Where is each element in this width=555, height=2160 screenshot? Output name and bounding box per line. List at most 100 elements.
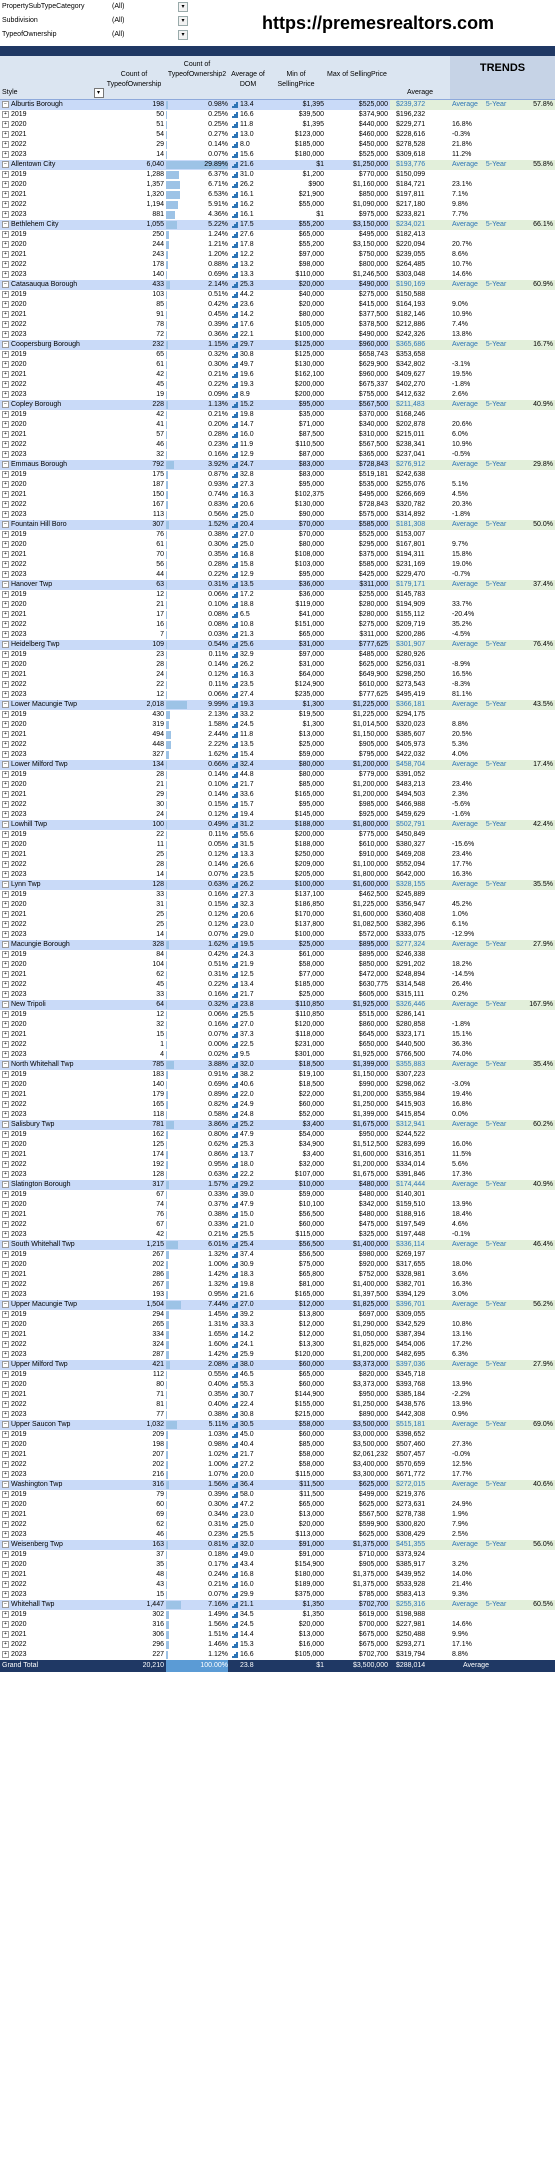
expand-icon[interactable]: + — [2, 660, 9, 668]
expand-icon[interactable]: + — [2, 1010, 9, 1018]
filter-row[interactable]: PropertySubTypeCategory (All) ▾ — [0, 0, 200, 14]
year-label[interactable]: +2023 — [2, 390, 102, 400]
year-label[interactable]: +2020 — [2, 720, 102, 730]
year-row[interactable]: +2019 33 0.16% 27.3 $137,100 $462,500 $245,889 — [0, 890, 555, 900]
expand-icon[interactable]: + — [2, 590, 9, 598]
year-label[interactable]: +2022 — [2, 1280, 102, 1290]
expand-icon[interactable]: + — [2, 1410, 9, 1418]
year-row[interactable]: +2021 25 0.12% 13.3 $250,000 $910,000 $469,208… — [0, 850, 555, 860]
group-name[interactable]: − Slatington Borough — [2, 1180, 102, 1190]
year-row[interactable]: +2022 1 0.00% 22.5 $231,000 $650,000 $440,500 3… — [0, 1040, 555, 1050]
year-label[interactable]: +2023 — [2, 1050, 102, 1060]
year-label[interactable]: +2021 — [2, 1030, 102, 1040]
year-row[interactable]: +2020 61 0.30% 25.0 $80,000 $295,000 $167,801 9… — [0, 540, 555, 550]
group-row[interactable]: − Coopersburg Borough 232 1.15% 29.7 $125,000… — [0, 340, 555, 350]
expand-icon[interactable]: + — [2, 130, 9, 138]
year-label[interactable]: +2019 — [2, 710, 102, 720]
year-row[interactable]: +2021 17 0.08% 6.5 $41,000 $280,000 $155,112 -2… — [0, 610, 555, 620]
expand-icon[interactable]: + — [2, 200, 9, 208]
expand-icon[interactable]: + — [2, 1350, 9, 1358]
year-row[interactable]: +2023 227 1.12% 16.6 $105,000 $702,700 $319,79… — [0, 1650, 555, 1660]
year-label[interactable]: +2021 — [2, 1210, 102, 1220]
expand-icon[interactable]: + — [2, 1130, 9, 1138]
group-name[interactable]: − Bethlehem City — [2, 220, 102, 230]
expand-icon[interactable]: + — [2, 230, 9, 238]
year-label[interactable]: +2023 — [2, 930, 102, 940]
expand-icon[interactable]: + — [2, 260, 9, 268]
expand-icon[interactable]: + — [2, 1150, 9, 1158]
collapse-icon[interactable]: − — [2, 160, 9, 168]
year-label[interactable]: +2021 — [2, 850, 102, 860]
group-row[interactable]: − Emmaus Borough 792 3.92% 24.7 $83,000 $728,8… — [0, 460, 555, 470]
expand-icon[interactable]: + — [2, 1570, 9, 1578]
group-row[interactable]: − Copley Borough 228 1.13% 15.2 $95,000 $567,5… — [0, 400, 555, 410]
collapse-icon[interactable]: − — [2, 1060, 9, 1068]
expand-icon[interactable]: + — [2, 900, 9, 908]
year-label[interactable]: +2020 — [2, 600, 102, 610]
expand-icon[interactable]: + — [2, 830, 9, 838]
year-row[interactable]: +2019 12 0.06% 17.2 $36,000 $255,000 $145,783 — [0, 590, 555, 600]
year-label[interactable]: +2019 — [2, 1070, 102, 1080]
year-label[interactable]: +2023 — [2, 1590, 102, 1600]
pct-header[interactable]: Count of TypeofOwnership2 — [166, 60, 228, 80]
year-label[interactable]: +2019 — [2, 530, 102, 540]
year-label[interactable]: +2023 — [2, 1410, 102, 1420]
year-label[interactable]: +2019 — [2, 230, 102, 240]
year-label[interactable]: +2022 — [2, 800, 102, 810]
year-label[interactable]: +2023 — [2, 1350, 102, 1360]
year-row[interactable]: +2019 84 0.42% 24.3 $61,000 $895,000 $246,338 — [0, 950, 555, 960]
year-row[interactable]: +2022 45 0.22% 13.4 $185,000 $630,775 $314,548… — [0, 980, 555, 990]
year-row[interactable]: +2023 12 0.06% 27.4 $235,000 $777,625 $495,419… — [0, 690, 555, 700]
group-name[interactable]: − Heidelberg Twp — [2, 640, 102, 650]
group-name[interactable]: − Weisenberg Twp — [2, 1540, 102, 1550]
expand-icon[interactable]: + — [2, 420, 9, 428]
expand-icon[interactable]: + — [2, 1610, 9, 1618]
year-label[interactable]: +2020 — [2, 960, 102, 970]
expand-icon[interactable]: + — [2, 360, 9, 368]
year-label[interactable]: +2020 — [2, 1080, 102, 1090]
expand-icon[interactable]: + — [2, 610, 9, 618]
group-row[interactable]: − Fountain Hill Boro 307 1.52% 20.4 $70,000 $5… — [0, 520, 555, 530]
year-row[interactable]: +2023 15 0.07% 29.9 $375,000 $785,000 $583,413… — [0, 1590, 555, 1600]
year-row[interactable]: +2023 19 0.09% 8.9 $200,000 $755,000 $412,632 2… — [0, 390, 555, 400]
year-row[interactable]: +2020 104 0.51% 21.9 $58,000 $850,000 $291,202… — [0, 960, 555, 970]
expand-icon[interactable]: + — [2, 410, 9, 418]
year-row[interactable]: +2020 31 0.15% 32.3 $186,850 $1,225,000 $356,9… — [0, 900, 555, 910]
expand-icon[interactable]: + — [2, 110, 9, 118]
year-row[interactable]: +2019 250 1.24% 27.6 $65,000 $495,000 $182,413 — [0, 230, 555, 240]
year-label[interactable]: +2019 — [2, 1010, 102, 1020]
expand-icon[interactable]: + — [2, 350, 9, 358]
year-label[interactable]: +2020 — [2, 840, 102, 850]
year-row[interactable]: +2020 41 0.20% 14.7 $71,000 $340,000 $202,878 2… — [0, 420, 555, 430]
collapse-icon[interactable]: − — [2, 1360, 9, 1368]
year-label[interactable]: +2019 — [2, 1310, 102, 1320]
year-row[interactable]: +2023 128 0.63% 22.2 $107,000 $1,675,000 $391,… — [0, 1170, 555, 1180]
year-label[interactable]: +2021 — [2, 970, 102, 980]
year-row[interactable]: +2021 48 0.24% 16.8 $180,000 $1,375,000 $439,9… — [0, 1570, 555, 1580]
year-label[interactable]: +2020 — [2, 1140, 102, 1150]
year-label[interactable]: +2021 — [2, 1330, 102, 1340]
year-row[interactable]: +2021 70 0.35% 16.8 $108,000 $375,000 $194,311… — [0, 550, 555, 560]
year-row[interactable]: +2023 14 0.07% 29.0 $100,000 $572,000 $333,075… — [0, 930, 555, 940]
expand-icon[interactable]: + — [2, 800, 9, 808]
expand-icon[interactable]: + — [2, 920, 9, 928]
year-label[interactable]: +2020 — [2, 1560, 102, 1570]
year-row[interactable]: +2020 85 0.42% 23.6 $20,000 $415,000 $164,193 9… — [0, 300, 555, 310]
year-row[interactable]: +2023 77 0.38% 30.8 $215,000 $890,000 $442,308… — [0, 1410, 555, 1420]
expand-icon[interactable]: + — [2, 730, 9, 738]
year-row[interactable]: +2022 46 0.23% 11.9 $110,500 $567,500 $238,341… — [0, 440, 555, 450]
year-label[interactable]: +2019 — [2, 1130, 102, 1140]
year-label[interactable]: +2020 — [2, 1620, 102, 1630]
year-row[interactable]: +2022 78 0.39% 17.6 $105,000 $378,500 $212,886… — [0, 320, 555, 330]
group-name[interactable]: − Hanover Twp — [2, 580, 102, 590]
year-row[interactable]: +2023 46 0.23% 25.5 $113,000 $625,000 $308,429… — [0, 1530, 555, 1540]
expand-icon[interactable]: + — [2, 950, 9, 958]
year-row[interactable]: +2021 179 0.89% 22.0 $22,000 $1,200,000 $355,9… — [0, 1090, 555, 1100]
year-label[interactable]: +2019 — [2, 1550, 102, 1560]
year-label[interactable]: +2021 — [2, 370, 102, 380]
year-row[interactable]: +2021 494 2.44% 11.8 $13,000 $1,150,000 $385,6… — [0, 730, 555, 740]
expand-icon[interactable]: + — [2, 790, 9, 798]
expand-icon[interactable]: + — [2, 570, 9, 578]
year-row[interactable]: +2022 22 0.11% 23.5 $124,900 $610,000 $273,543… — [0, 680, 555, 690]
group-name[interactable]: − Catasauqua Borough — [2, 280, 102, 290]
